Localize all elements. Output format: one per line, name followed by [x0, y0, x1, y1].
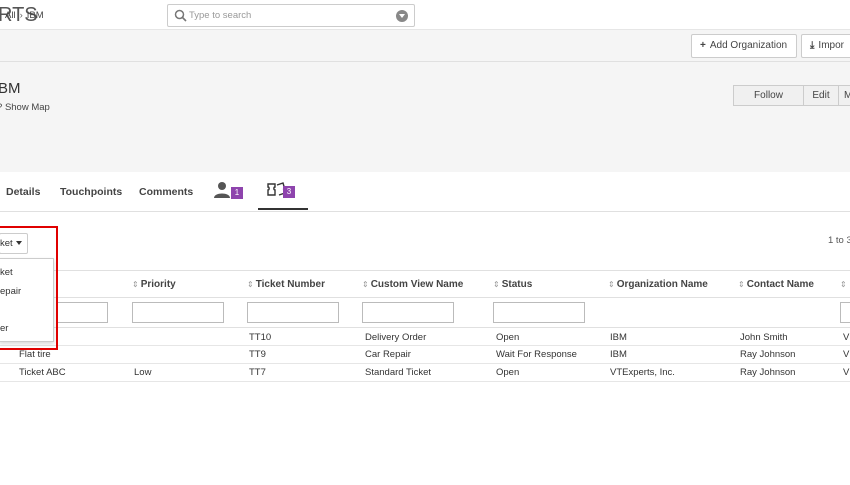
sort-icon: ⇕ [132, 280, 139, 289]
cell-contact[interactable]: John Smith [740, 332, 788, 343]
column-header-organization-name[interactable]: ⇕ Organization Name [608, 279, 708, 290]
sort-icon: ⇕ [247, 280, 254, 289]
tab-tickets[interactable]: 3 [258, 180, 308, 210]
user-icon [214, 182, 230, 198]
cell-custom-view-name: Delivery Order [365, 332, 427, 343]
cell-title[interactable]: Flat tire [19, 349, 51, 360]
filter-input-status[interactable] [493, 302, 585, 323]
record-actions: Follow Edit M [733, 85, 850, 106]
cell-status: Wait For Response [496, 349, 577, 360]
filter-input-more[interactable] [840, 302, 850, 323]
follow-button[interactable]: Follow [734, 86, 804, 105]
filter-input-priority[interactable] [132, 302, 224, 323]
cell-contact[interactable]: Ray Johnson [740, 367, 795, 378]
import-button[interactable]: ⤓ Impor [801, 34, 850, 58]
plus-icon: + [700, 40, 706, 51]
tab-bar [0, 172, 850, 212]
caret-down-icon [15, 241, 22, 246]
global-search[interactable]: Type to search [167, 4, 415, 27]
cell-more: V [843, 367, 850, 378]
column-header-ticket-number[interactable]: ⇕ Ticket Number [247, 279, 325, 290]
tickets-count-badge: 3 [283, 186, 295, 198]
dropdown-item[interactable]: ket [0, 267, 13, 278]
sort-icon: ⇕ [840, 280, 847, 289]
cell-status: Open [496, 367, 520, 378]
dropdown-item[interactable]: epair [0, 286, 21, 297]
cell-contact[interactable]: Ray Johnson [740, 349, 795, 360]
top-bar [0, 0, 850, 30]
breadcrumb-root[interactable]: All [5, 10, 16, 21]
column-header-contact-name[interactable]: ⇕ Contact Name [738, 279, 814, 290]
more-button[interactable]: M [839, 86, 850, 105]
dropdown-item[interactable]: er [0, 323, 8, 334]
record-header [0, 62, 850, 172]
cell-custom-view-name: Car Repair [365, 349, 411, 360]
cell-title[interactable]: Ticket ABC [19, 367, 66, 378]
cell-status: Open [496, 332, 520, 343]
table-row[interactable] [0, 346, 850, 364]
add-ticket-dropdown-button[interactable]: ket [0, 233, 28, 254]
search-icon [174, 9, 187, 22]
sort-icon: ⇕ [738, 280, 745, 289]
filter-input-custom-view-name[interactable] [362, 302, 454, 323]
record-title: BM [0, 80, 21, 97]
breadcrumb: All › IBM [5, 10, 44, 21]
tab-details[interactable]: Details [6, 186, 40, 198]
cell-more: V [843, 349, 850, 360]
breadcrumb-current: IBM [26, 10, 44, 21]
add-ticket-dropdown-menu: ket epair er [0, 258, 54, 342]
tab-comments[interactable]: Comments [139, 186, 193, 198]
column-header-custom-view-name[interactable]: ⇕ Custom View Name [362, 279, 463, 290]
cell-organization[interactable]: VTExperts, Inc. [610, 367, 675, 378]
show-map-link[interactable]: ? Show Map [0, 102, 50, 113]
map-marker-icon: ? [0, 102, 2, 113]
tab-touchpoints[interactable]: Touchpoints [60, 186, 122, 198]
search-placeholder: Type to search [189, 10, 252, 21]
chevron-down-icon[interactable] [396, 10, 408, 22]
sort-icon: ⇕ [362, 280, 369, 289]
tab-contacts[interactable]: 1 [213, 180, 245, 202]
cell-ticket-number[interactable]: TT10 [249, 332, 271, 343]
cell-more: V [843, 332, 850, 343]
sort-icon: ⇕ [608, 280, 615, 289]
cell-ticket-number[interactable]: TT9 [249, 349, 266, 360]
cell-organization[interactable]: IBM [610, 349, 627, 360]
column-header-priority[interactable]: ⇕ Priority [132, 279, 176, 290]
column-header-status[interactable]: ⇕ Status [493, 279, 532, 290]
paging-info: 1 to 3 [828, 235, 850, 246]
download-icon: ⤓ [810, 40, 815, 51]
cell-priority: Low [134, 367, 152, 378]
add-organization-button[interactable]: + Add Organization [691, 34, 797, 58]
contacts-count-badge: 1 [231, 187, 243, 199]
chevron-right-icon: › [19, 10, 23, 21]
cell-organization[interactable]: IBM [610, 332, 627, 343]
filter-input-ticket-number[interactable] [247, 302, 339, 323]
edit-button[interactable]: Edit [804, 86, 839, 105]
sort-icon: ⇕ [493, 280, 500, 289]
column-header-more[interactable]: ⇕ [840, 279, 849, 290]
cell-custom-view-name: Standard Ticket [365, 367, 432, 378]
cell-ticket-number[interactable]: TT7 [249, 367, 266, 378]
filter-input-title[interactable] [56, 302, 108, 323]
